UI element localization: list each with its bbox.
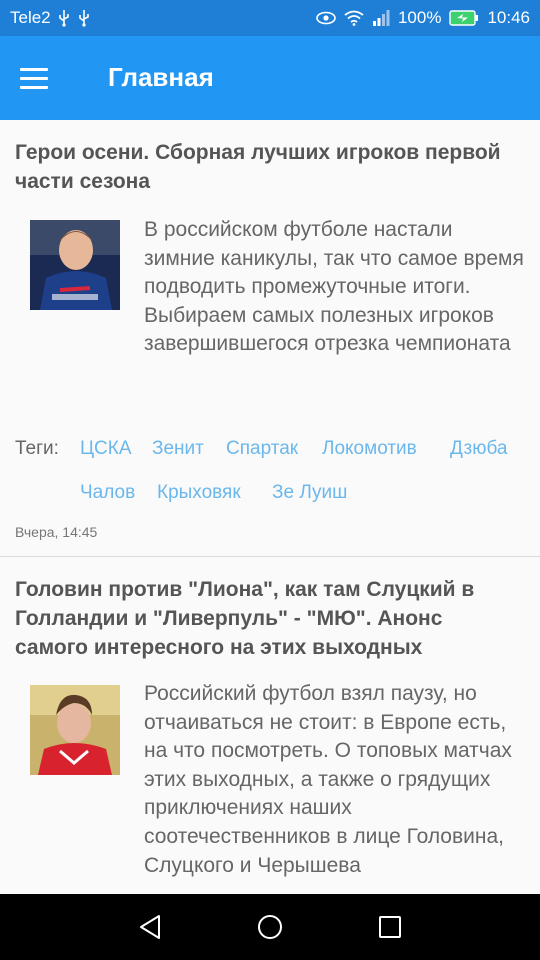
news-list[interactable]: Герои осени. Сборная лучших игроков перв… (0, 120, 540, 894)
article-summary: В российском футболе настали зимние кани… (144, 218, 524, 356)
article-date: Вчера, 14:45 (15, 524, 98, 540)
status-bar: Tele2 100% 10:46 (0, 0, 540, 36)
tag-cska[interactable]: ЦСКА (80, 438, 132, 460)
article-title[interactable]: Головин против "Лиона", как там Слуцкий … (15, 575, 505, 662)
navigation-bar (0, 894, 540, 960)
tag-zenit[interactable]: Зенит (152, 438, 204, 460)
article-summary: Российский футбол взял паузу, но отчаива… (144, 682, 512, 877)
article-card[interactable]: Головин против "Лиона", как там Слуцкий … (0, 557, 540, 894)
clock: 10:46 (487, 8, 530, 27)
article-thumbnail[interactable] (30, 220, 120, 310)
eye-icon (316, 11, 336, 25)
tags-label: Теги: (15, 438, 59, 459)
back-icon[interactable] (135, 912, 165, 942)
home-icon[interactable] (255, 912, 285, 942)
tag-krychowiak[interactable]: Крыховяк (157, 482, 241, 504)
menu-icon[interactable] (20, 60, 64, 96)
tag-dzyuba[interactable]: Дзюба (450, 438, 507, 460)
app-bar: Главная (0, 36, 540, 120)
tag-ze-luis[interactable]: Зе Луиш (272, 482, 347, 504)
wifi-icon (344, 10, 364, 26)
tag-spartak[interactable]: Спартак (226, 438, 298, 460)
article-thumbnail[interactable] (30, 685, 120, 775)
usb-icon (77, 9, 91, 27)
article-card[interactable]: Герои осени. Сборная лучших игроков перв… (0, 120, 540, 557)
article-title[interactable]: Герои осени. Сборная лучших игроков перв… (15, 138, 520, 196)
recent-apps-icon[interactable] (375, 912, 405, 942)
usb-icon (57, 9, 71, 27)
tag-lokomotiv[interactable]: Локомотив (322, 438, 417, 460)
tag-chalov[interactable]: Чалов (80, 482, 135, 504)
battery-percent: 100% (397, 8, 442, 27)
signal-icon (372, 10, 390, 26)
carrier-label: Tele2 (10, 8, 51, 27)
page-title: Главная (108, 62, 214, 92)
battery-charging-icon (449, 10, 479, 26)
